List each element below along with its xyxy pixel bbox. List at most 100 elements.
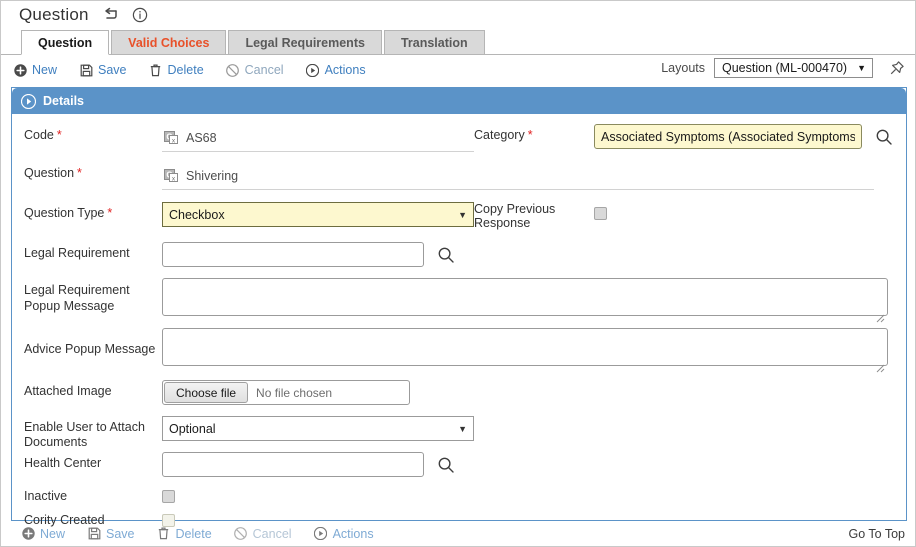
required-marker: * [77, 166, 82, 180]
cancel-button-label: Cancel [244, 63, 284, 77]
file-input[interactable]: Choose file No file chosen [162, 380, 410, 405]
attached-image-field: Choose file No file chosen [162, 380, 410, 405]
copy-previous-response-label: Copy Previous Response [474, 202, 556, 230]
trash-icon [149, 63, 163, 77]
question-value-display: G x Shivering [162, 162, 874, 190]
page-title: Question [19, 5, 89, 24]
play-circle-icon[interactable] [20, 93, 36, 109]
copy-previous-response-field [594, 202, 894, 225]
advice-popup-label: Advice Popup Message [24, 342, 156, 356]
translation-icon[interactable]: G x [164, 130, 179, 145]
health-center-label: Health Center [24, 456, 102, 470]
play-circle-icon [314, 527, 328, 541]
legal-requirement-popup-label: Legal Requirement Popup Message [24, 283, 130, 313]
magnifier-icon[interactable] [874, 127, 894, 147]
go-to-top-link[interactable]: Go To Top [848, 527, 905, 541]
chevron-down-icon: ▼ [458, 423, 467, 434]
code-label: Code * [24, 128, 62, 142]
category-input[interactable] [594, 124, 862, 149]
details-panel-header[interactable]: Details [12, 88, 906, 114]
magnifier-icon[interactable] [436, 455, 456, 475]
question-form-window: Question Question Valid Choices Legal Re… [0, 0, 916, 547]
file-status-label: No file chosen [256, 385, 333, 400]
enable-attach-documents-label: Enable User to Attach Documents [24, 420, 145, 449]
choose-file-button[interactable]: Choose file [164, 382, 249, 403]
save-button-label: Save [98, 63, 127, 77]
plus-circle-icon [13, 63, 27, 77]
bottom-actions-button[interactable]: Actions [314, 527, 374, 541]
row-health-center: Health Center [24, 452, 894, 488]
legal-requirement-popup-textarea[interactable] [162, 278, 888, 316]
bottom-delete-label: Delete [175, 526, 212, 541]
cancel-circle-icon [226, 63, 240, 77]
translation-icon[interactable]: G x [164, 168, 179, 183]
return-arrow-icon[interactable] [101, 6, 119, 24]
tab-question[interactable]: Question [21, 30, 110, 55]
attached-image-label: Attached Image [24, 384, 112, 398]
pushpin-icon[interactable] [887, 59, 905, 77]
layouts-select[interactable]: Question (ML-000470) ▼ [714, 58, 873, 78]
row-legal-requirement: Legal Requirement [24, 242, 894, 278]
bottom-delete-button[interactable]: Delete [157, 527, 212, 541]
question-field: G x Shivering [162, 162, 874, 190]
row-question: Question* G x Shivering [24, 162, 894, 202]
question-type-field: Checkbox ▼ [162, 202, 474, 227]
row-inactive: Inactive [24, 488, 894, 512]
chevron-down-icon: ▼ [857, 63, 866, 73]
enable-attach-documents-value: Optional [169, 421, 216, 436]
inactive-label: Inactive [24, 489, 68, 503]
floppy-disk-icon [79, 63, 93, 77]
save-button[interactable]: Save [79, 63, 127, 77]
advice-popup-field [162, 328, 894, 373]
new-button-label: New [32, 63, 58, 77]
legal-requirement-input[interactable] [162, 242, 424, 267]
chevron-down-icon: ▼ [458, 209, 467, 220]
category-label: Category * [474, 128, 533, 142]
code-field: G x AS68 [162, 124, 474, 152]
code-value-display: G x AS68 [162, 124, 474, 152]
question-type-select[interactable]: Checkbox ▼ [162, 202, 474, 227]
question-value: Shivering [186, 168, 239, 183]
details-panel-body: Code* G x AS68 [12, 114, 906, 527]
question-label: Question * [24, 166, 82, 180]
layouts-area: Layouts Question (ML-000470) ▼ [661, 58, 905, 78]
health-center-field [162, 452, 474, 477]
required-marker: * [527, 128, 533, 142]
bottom-actions-label: Actions [332, 526, 374, 541]
play-circle-icon [306, 63, 320, 77]
bottom-new-label: New [40, 526, 66, 541]
bottom-cancel-button[interactable]: Cancel [234, 527, 292, 541]
details-panel-title: Details [43, 94, 84, 108]
trash-icon [157, 527, 171, 541]
required-marker: * [56, 128, 62, 142]
new-button[interactable]: New [13, 63, 57, 77]
tabstrip: Question Valid Choices Legal Requirement… [1, 30, 915, 55]
actions-button[interactable]: Actions [306, 63, 366, 77]
bottom-toolbar: New Save Delete Cancel Actions Go To Top [1, 521, 915, 546]
advice-popup-textarea[interactable] [162, 328, 888, 366]
tab-valid-choices[interactable]: Valid Choices [111, 30, 227, 54]
category-field [594, 124, 900, 149]
info-circle-icon[interactable] [131, 6, 149, 24]
tab-legal-requirements[interactable]: Legal Requirements [228, 30, 382, 54]
bottom-save-button[interactable]: Save [87, 527, 135, 541]
question-type-label: Question Type * [24, 206, 113, 220]
copy-previous-response-checkbox[interactable] [594, 207, 607, 220]
enable-attach-documents-select[interactable]: Optional ▼ [162, 416, 474, 441]
magnifier-icon[interactable] [436, 245, 456, 265]
row-enable-attach-documents: Enable User to Attach Documents Optional… [24, 416, 894, 452]
legal-requirement-field [162, 242, 474, 267]
health-center-input[interactable] [162, 452, 424, 477]
plus-circle-icon [21, 527, 35, 541]
inactive-checkbox[interactable] [162, 490, 175, 503]
cancel-button[interactable]: Cancel [226, 63, 284, 77]
inactive-field [162, 488, 474, 508]
tab-translation[interactable]: Translation [383, 30, 485, 54]
row-code-category: Code* G x AS68 [24, 124, 894, 162]
legal-requirement-label: Legal Requirement [24, 246, 130, 260]
delete-button[interactable]: Delete [149, 63, 204, 77]
layouts-label: Layouts [661, 61, 705, 75]
delete-button-label: Delete [167, 63, 204, 77]
bottom-new-button[interactable]: New [21, 527, 65, 541]
enable-attach-documents-field: Optional ▼ [162, 416, 474, 441]
